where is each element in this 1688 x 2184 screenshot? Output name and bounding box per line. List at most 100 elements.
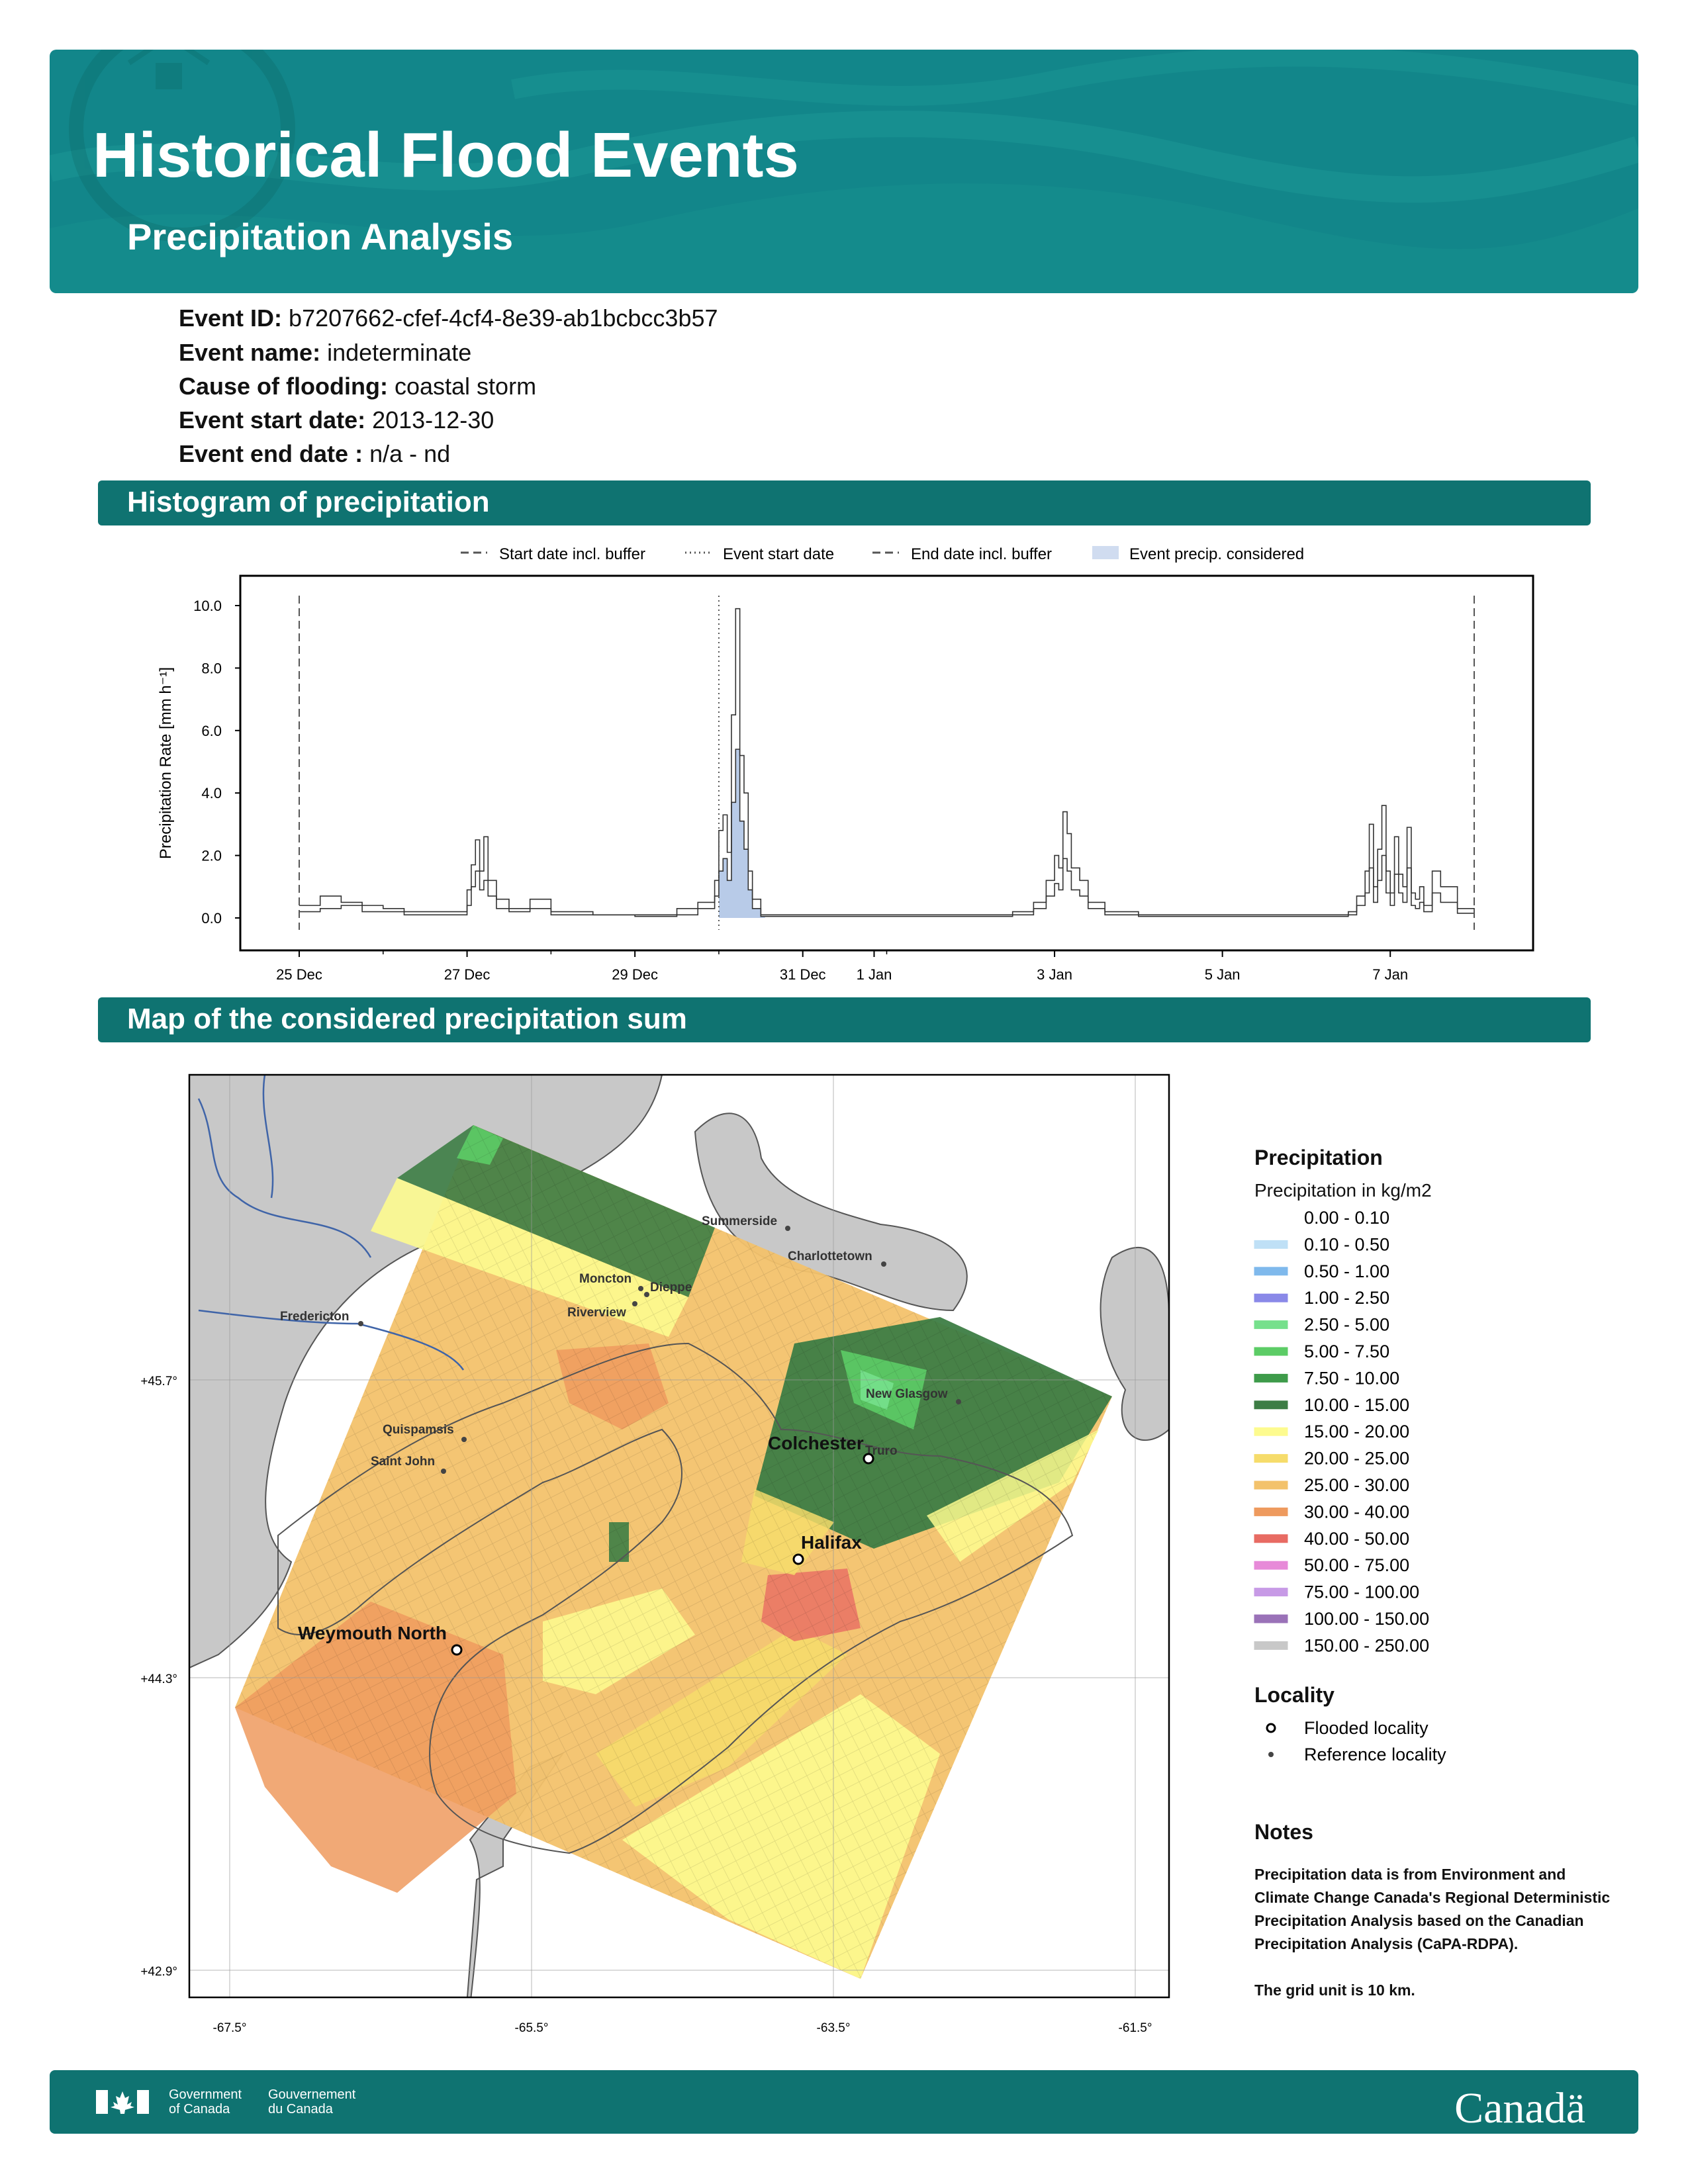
- reference-marker: [644, 1292, 649, 1297]
- flooded-marker: [451, 1644, 463, 1656]
- gov-en: Government of Canada: [169, 2087, 242, 2116]
- locality-label: Dieppe: [650, 1281, 692, 1295]
- canada-wordmark: Canadä: [1454, 2084, 1585, 2132]
- x-tick-label: 1 Jan: [857, 966, 892, 983]
- legend-event-precip: Event precip. considered: [1129, 545, 1304, 563]
- event-name-label: Event name:: [179, 339, 321, 366]
- flooded-marker-icon: [1266, 1723, 1276, 1733]
- gov-fr: Gouvernement du Canada: [268, 2087, 355, 2116]
- flooded-locality-label: Colchester: [768, 1433, 864, 1453]
- map-section-header: Map of the considered precipitation sum: [98, 997, 1591, 1042]
- legend-item-label: 0.00 - 0.10: [1304, 1208, 1389, 1228]
- legend-swatch: [1254, 1214, 1288, 1222]
- page-title: Historical Flood Events: [93, 120, 799, 191]
- precipitation-histogram: Start date incl. buffer Event start date…: [157, 545, 1534, 983]
- precip-legend-title: Precipitation: [1254, 1146, 1383, 1169]
- reference-marker: [638, 1286, 643, 1291]
- event-start-label: Event start date:: [179, 406, 366, 433]
- legend-item-label: 2.50 - 5.00: [1304, 1315, 1389, 1335]
- legend-swatch: [1254, 1507, 1288, 1516]
- legend-item-label: 15.00 - 20.00: [1304, 1422, 1409, 1441]
- legend-item-label: 100.00 - 150.00: [1304, 1609, 1429, 1629]
- y-tick-label: 2.0: [201, 848, 222, 864]
- legend-item-label: 5.00 - 7.50: [1304, 1342, 1389, 1361]
- x-tick-label: 3 Jan: [1037, 966, 1072, 983]
- legend-end-buffer: End date incl. buffer: [911, 545, 1052, 563]
- legend-swatch: [1254, 1454, 1288, 1463]
- y-axis-ticks: 0.0 2.0 4.0 6.0 8.0 10.0: [193, 598, 240, 927]
- reference-marker: [632, 1301, 637, 1306]
- locality-label: Fredericton: [280, 1310, 350, 1324]
- event-name-row: Event name: indeterminate: [179, 339, 471, 367]
- precip-legend-subtitle: Precipitation in kg/m2: [1254, 1180, 1432, 1201]
- legend-item-label: 150.00 - 250.00: [1304, 1635, 1429, 1655]
- page-subtitle: Precipitation Analysis: [127, 216, 513, 257]
- legend-reference-label: Reference locality: [1304, 1745, 1446, 1764]
- legend-item-label: 7.50 - 10.00: [1304, 1368, 1399, 1388]
- histogram-legend: Start date incl. buffer Event start date…: [461, 545, 1304, 563]
- y-tick-label: 8.0: [201, 660, 222, 676]
- legend-start-buffer: Start date incl. buffer: [499, 545, 645, 563]
- header-banner: Historical Flood Events Precipitation An…: [50, 50, 1638, 293]
- map-section-title: Map of the considered precipitation sum: [127, 1003, 687, 1035]
- gov-fr-line2: du Canada: [268, 2102, 333, 2116]
- precip-legend: 0.00 - 0.10 0.10 - 0.50 0.50 - 1.00 1.00 - …: [1254, 1208, 1429, 1655]
- lat-label: +42.9°: [140, 1965, 177, 1979]
- event-cause-label: Cause of flooding:: [179, 373, 388, 400]
- flooded-locality-label: Weymouth North: [298, 1623, 447, 1643]
- event-end-value: n/a - nd: [369, 440, 451, 467]
- legend-swatch: [1254, 1267, 1288, 1276]
- reference-marker: [785, 1226, 790, 1231]
- legend-item-label: 0.10 - 0.50: [1304, 1234, 1389, 1254]
- event-id-value: b7207662-cfef-4cf4-8e39-ab1bcbcc3b57: [289, 304, 718, 332]
- locality-label: Riverview: [567, 1306, 626, 1320]
- legend-swatch: [1254, 1588, 1288, 1597]
- notes-body: Precipitation data is from Environment a…: [1254, 1863, 1612, 2002]
- y-axis-label: Precipitation Rate [mm h⁻¹]: [157, 667, 175, 859]
- legend-swatch: [1254, 1320, 1288, 1330]
- y-tick-label: 10.0: [193, 598, 222, 614]
- locality-legend-title: Locality: [1254, 1683, 1335, 1707]
- event-end-label: Event end date :: [179, 440, 363, 467]
- event-precip-fill: [718, 749, 765, 918]
- canada-flag-icon: [96, 2090, 149, 2114]
- legend-swatch: [1254, 1240, 1288, 1249]
- legend-event-precip-swatch: [1092, 546, 1119, 559]
- legend-item-label: 0.50 - 1.00: [1304, 1261, 1389, 1281]
- legend-event-start: Event start date: [723, 545, 834, 563]
- legend-swatch: [1254, 1480, 1288, 1490]
- reference-marker: [441, 1469, 446, 1474]
- legend-item-label: 75.00 - 100.00: [1304, 1582, 1419, 1602]
- event-end-row: Event end date : n/a - nd: [179, 440, 450, 468]
- locality-label: Quispamsis: [383, 1423, 454, 1437]
- reference-marker: [461, 1437, 467, 1442]
- event-id-row: Event ID: b7207662-cfef-4cf4-8e39-ab1bcb…: [179, 304, 718, 332]
- legend-swatch: [1254, 1400, 1288, 1410]
- legend-flooded-label: Flooded locality: [1304, 1718, 1429, 1738]
- legend-swatch: [1254, 1293, 1288, 1302]
- precip-series-line-1: [299, 608, 1475, 916]
- gov-en-line2: of Canada: [169, 2102, 230, 2116]
- legend-swatch: [1254, 1373, 1288, 1383]
- event-start-value: 2013-12-30: [372, 406, 494, 433]
- notes-grid-text: The grid unit is 10 km.: [1254, 1981, 1415, 1999]
- lat-label: +45.7°: [140, 1375, 177, 1388]
- lon-label: -63.5°: [817, 2021, 851, 2035]
- reference-marker: [358, 1321, 363, 1326]
- reference-marker: [956, 1399, 961, 1404]
- histogram-series: [299, 596, 1475, 930]
- notes-title: Notes: [1254, 1820, 1313, 1844]
- legend-swatch: [1254, 1347, 1288, 1356]
- x-tick-label: 31 Dec: [780, 966, 826, 983]
- x-tick-label: 27 Dec: [444, 966, 491, 983]
- locality-legend: Flooded locality Reference locality: [1266, 1718, 1446, 1764]
- legend-swatch: [1254, 1641, 1288, 1650]
- histogram-plot-frame: [239, 574, 1534, 952]
- y-tick-label: 0.0: [201, 910, 222, 927]
- notes-text: Precipitation data is from Environment a…: [1254, 1866, 1611, 1952]
- x-axis-ticks: 25 Dec 27 Dec 29 Dec 31 Dec 1 Jan 3 Jan 5 Jan 7…: [276, 950, 1408, 983]
- legend-item-label: 50.00 - 75.00: [1304, 1555, 1409, 1575]
- legend-swatch: [1254, 1427, 1288, 1436]
- y-tick-label: 6.0: [201, 723, 222, 739]
- lat-label: +44.3°: [140, 1672, 177, 1686]
